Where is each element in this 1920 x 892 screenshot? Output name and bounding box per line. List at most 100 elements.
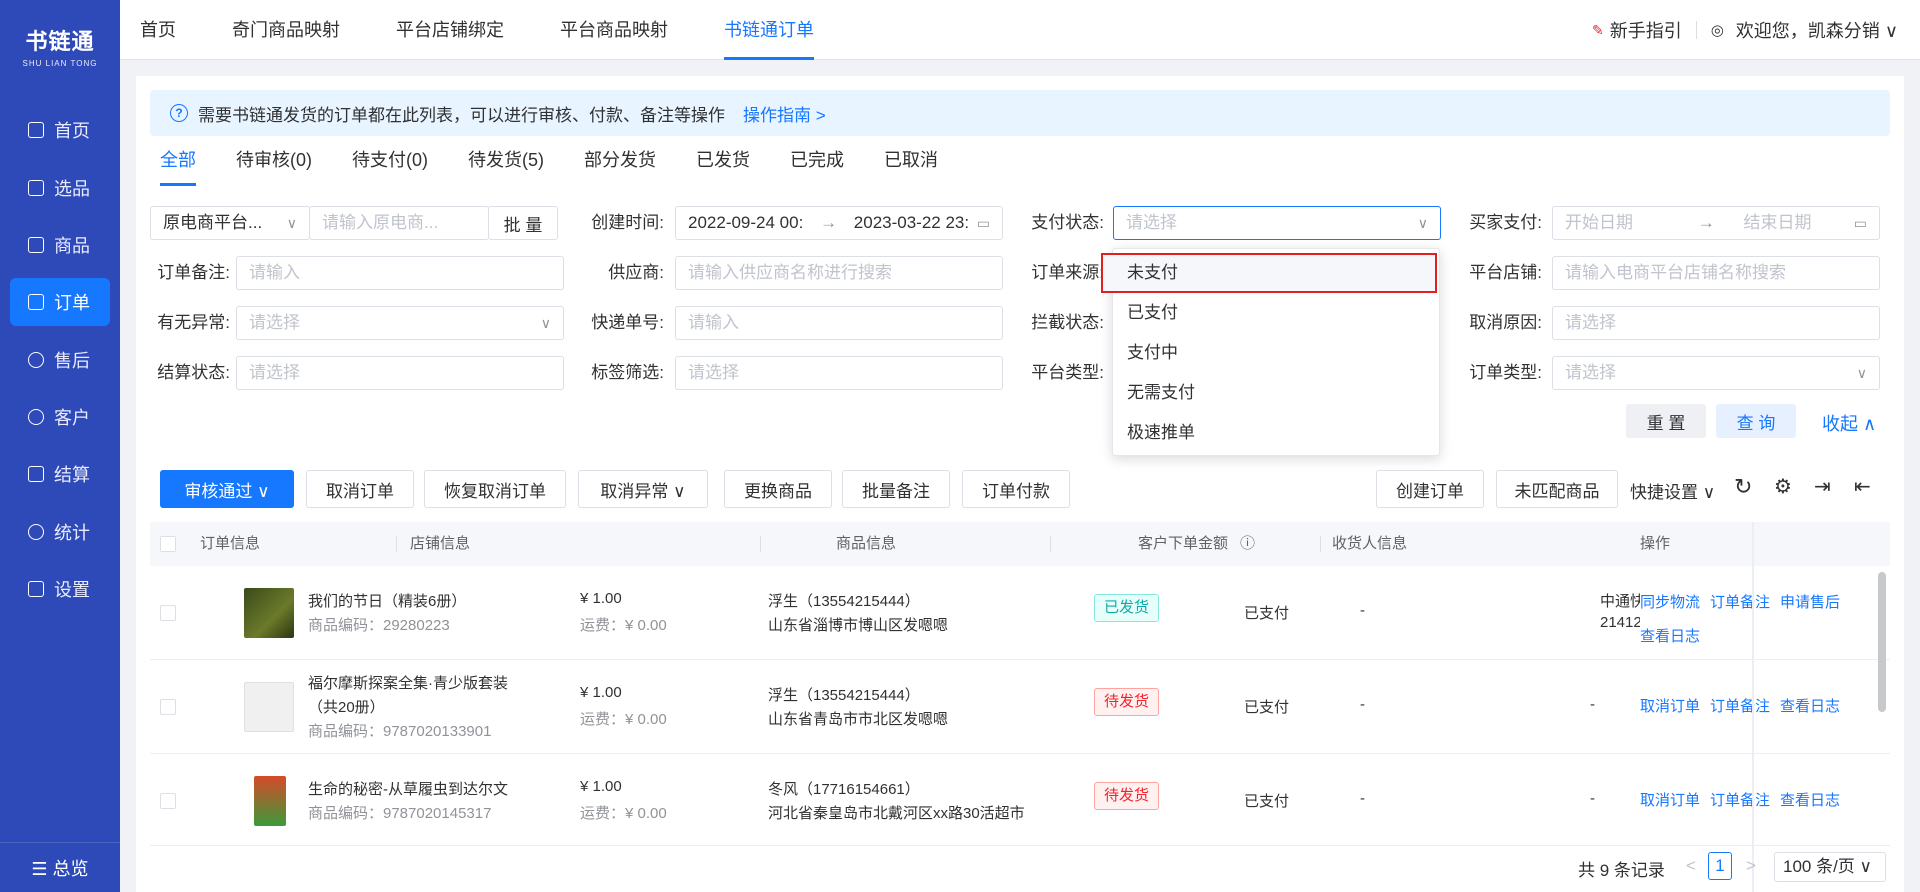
order-note-link[interactable]: 订单备注	[1710, 792, 1770, 809]
refresh-icon[interactable]: ↻	[1734, 474, 1752, 500]
platform-select[interactable]: 原电商平台... ∨	[150, 206, 310, 240]
unmatched-goods-button[interactable]: 未匹配商品	[1496, 470, 1618, 508]
apply-aftersale-link[interactable]: 申请售后	[1780, 594, 1840, 611]
guide-link[interactable]: 操作指南 >	[743, 101, 826, 126]
fixed-column-divider	[1752, 522, 1754, 892]
view-log-link[interactable]: 查看日志	[1640, 628, 1700, 645]
main-content: ? 需要书链通发货的订单都在此列表，可以进行审核、付款、备注等操作 操作指南 >…	[136, 76, 1904, 892]
order-type-select[interactable]: 请选择 ∨	[1552, 356, 1880, 390]
option-paying[interactable]: 支付中	[1113, 333, 1439, 373]
batch-button[interactable]: 批 量	[488, 206, 558, 240]
chevron-down-icon: ∨	[1856, 365, 1867, 381]
tab-partial-shipped[interactable]: 部分发货	[584, 140, 656, 186]
pay-status-select[interactable]: 请选择 ∨	[1113, 206, 1441, 240]
sidebar-item-orders[interactable]: 订单	[10, 278, 110, 326]
col-goods-info: 商品信息	[836, 535, 897, 552]
cancel-order-link[interactable]: 取消订单	[1640, 698, 1700, 715]
headset-icon[interactable]: ◎	[1711, 21, 1724, 39]
row-checkbox[interactable]	[160, 605, 176, 621]
guide-link[interactable]: 新手指引	[1610, 17, 1682, 43]
quick-settings[interactable]: 快捷设置 ∨	[1630, 478, 1715, 503]
sidebar-item-goods[interactable]: 商品	[10, 221, 110, 269]
gear-icon[interactable]: ⚙	[1774, 474, 1792, 499]
page-1[interactable]: 1	[1708, 852, 1732, 880]
tab-pending-review[interactable]: 待审核(0)	[236, 140, 312, 186]
select-all-checkbox[interactable]	[160, 536, 176, 552]
sidebar-item-label: 订单	[54, 293, 90, 313]
nav-home[interactable]: 首页	[140, 0, 176, 60]
restore-cancel-button[interactable]: 恢复取消订单	[424, 470, 566, 508]
platform-order-input[interactable]: 请输入原电商...	[309, 206, 489, 240]
shop-input[interactable]: 请输入电商平台店铺名称搜索	[1552, 256, 1880, 290]
nav-platform-goods-mapping[interactable]: 平台商品映射	[560, 0, 668, 60]
replace-goods-button[interactable]: 更换商品	[724, 470, 832, 508]
cancel-abnormal-button[interactable]: 取消异常 ∨	[578, 470, 708, 508]
pay-status: 已支付	[1244, 605, 1290, 622]
empty-value: -	[1360, 602, 1365, 619]
row-checkbox[interactable]	[160, 793, 176, 809]
user-menu[interactable]: 欢迎您，凯森分销 ∨	[1736, 17, 1898, 43]
tag-label: 标签筛选:	[591, 363, 664, 382]
tag-select[interactable]: 请选择	[675, 356, 1003, 390]
nav-slt-orders[interactable]: 书链通订单	[724, 0, 814, 60]
cancel-order-link[interactable]: 取消订单	[1640, 792, 1700, 809]
import-icon[interactable]: ⇤	[1854, 474, 1871, 499]
platform-type-label: 平台类型:	[1031, 363, 1104, 382]
option-fast-push[interactable]: 极速推单	[1113, 413, 1439, 453]
option-no-payment[interactable]: 无需支付	[1113, 373, 1439, 413]
sidebar-item-settings[interactable]: 设置	[10, 565, 110, 613]
nav-qimen-mapping[interactable]: 奇门商品映射	[232, 0, 340, 60]
approve-button[interactable]: 审核通过 ∨	[160, 470, 294, 508]
logo[interactable]: 书链通 SHU LIAN TONG	[0, 0, 120, 92]
sidebar-item-aftersale[interactable]: 售后	[10, 336, 110, 384]
order-note-link[interactable]: 订单备注	[1710, 594, 1770, 611]
view-log-link[interactable]: 查看日志	[1780, 698, 1840, 715]
next-page-icon[interactable]: >	[1746, 856, 1756, 876]
page-size-select[interactable]: 100 条/页 ∨	[1774, 852, 1886, 882]
abnormal-select[interactable]: 请选择 ∨	[236, 306, 564, 340]
buyer-pay-range[interactable]: 开始日期 → 结束日期 ▭	[1552, 206, 1880, 240]
vertical-scrollbar[interactable]	[1878, 572, 1886, 712]
product-code: 商品编码：29280223	[308, 617, 450, 634]
sidebar-item-home[interactable]: 首页	[10, 106, 110, 154]
supplier-input[interactable]: 请输入供应商名称进行搜索	[675, 256, 1003, 290]
row-actions: 取消订单 订单备注 查看日志	[1640, 784, 1850, 818]
search-button[interactable]: 查 询	[1716, 404, 1796, 438]
order-note-input[interactable]: 请输入	[236, 256, 564, 290]
order-note-link[interactable]: 订单备注	[1710, 698, 1770, 715]
sidebar-item-settlement[interactable]: 结算	[10, 450, 110, 498]
create-order-button[interactable]: 创建订单	[1376, 470, 1484, 508]
sidebar-item-customers[interactable]: 客户	[10, 393, 110, 441]
order-type-label: 订单类型:	[1469, 363, 1542, 382]
tab-pending-payment[interactable]: 待支付(0)	[352, 140, 428, 186]
row-checkbox[interactable]	[160, 699, 176, 715]
tab-pending-shipment[interactable]: 待发货(5)	[468, 140, 544, 186]
express-number: 21412	[1600, 614, 1642, 631]
tab-completed[interactable]: 已完成	[790, 140, 844, 186]
sync-logistics-link[interactable]: 同步物流	[1640, 594, 1700, 611]
prev-page-icon[interactable]: <	[1686, 856, 1696, 876]
express-input[interactable]: 请输入	[675, 306, 1003, 340]
order-pay-button[interactable]: 订单付款	[962, 470, 1070, 508]
tab-cancelled[interactable]: 已取消	[884, 140, 938, 186]
overview-toggle[interactable]: ☰ 总览	[0, 842, 120, 892]
cancel-order-button[interactable]: 取消订单	[306, 470, 414, 508]
sidebar-item-selection[interactable]: 选品	[10, 164, 110, 212]
tab-shipped[interactable]: 已发货	[696, 140, 750, 186]
view-log-link[interactable]: 查看日志	[1780, 792, 1840, 809]
collapse-toggle[interactable]: 收起 ∧	[1822, 410, 1876, 436]
sidebar-item-stats[interactable]: 统计	[10, 508, 110, 556]
option-unpaid[interactable]: 未支付	[1101, 253, 1437, 293]
status-badge: 待发货	[1094, 782, 1160, 810]
status-badge: 待发货	[1094, 688, 1160, 716]
reset-button[interactable]: 重 置	[1626, 404, 1706, 438]
tab-all[interactable]: 全部	[160, 140, 196, 186]
abnormal-label: 有无异常:	[157, 313, 230, 332]
batch-note-button[interactable]: 批量备注	[842, 470, 950, 508]
created-range[interactable]: 2022-09-24 00: → 2023-03-22 23: ▭	[675, 206, 1003, 240]
export-icon[interactable]: ⇥	[1814, 474, 1831, 499]
nav-shop-binding[interactable]: 平台店铺绑定	[396, 0, 504, 60]
settle-select[interactable]: 请选择	[236, 356, 564, 390]
option-paid[interactable]: 已支付	[1113, 293, 1439, 333]
cancel-reason-select[interactable]: 请选择	[1552, 306, 1880, 340]
